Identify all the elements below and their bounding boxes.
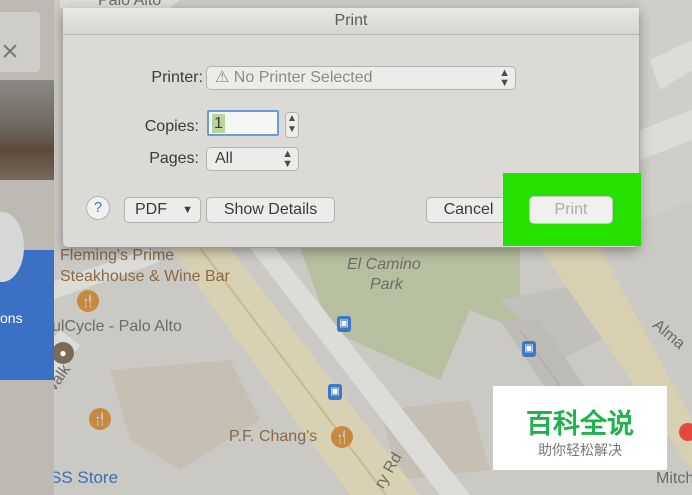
show-details-button[interactable]: Show Details bbox=[206, 197, 335, 223]
map-label-store[interactable]: SS Store bbox=[50, 468, 118, 488]
cancel-button[interactable]: Cancel bbox=[426, 197, 511, 223]
side-panel: × ons bbox=[0, 0, 54, 495]
help-button[interactable]: ? bbox=[86, 196, 110, 220]
pdf-label: PDF bbox=[135, 201, 167, 218]
map-label-park: Park bbox=[370, 276, 403, 293]
bus-stop-icon[interactable]: ▣ bbox=[522, 341, 536, 357]
restaurant-icon[interactable]: 🍴 bbox=[331, 426, 353, 448]
copies-label: Copies: bbox=[144, 118, 199, 135]
pages-label: Pages: bbox=[149, 150, 199, 167]
map-label-el-camino: El Camino bbox=[347, 256, 421, 273]
bus-stop-icon[interactable]: ▣ bbox=[328, 384, 342, 400]
map-label-soulcycle[interactable]: ulCycle - Palo Alto bbox=[52, 318, 182, 336]
printer-select-value: ⚠ No Printer Selected bbox=[215, 69, 373, 86]
printer-select[interactable]: ⚠ No Printer Selected ▲ ▼ bbox=[206, 66, 516, 90]
copies-input[interactable]: 1 bbox=[207, 110, 279, 136]
map-label-flemings-name[interactable]: Fleming's Prime bbox=[60, 247, 174, 265]
directions-label: ons bbox=[0, 310, 23, 326]
chevron-down-icon: ▼ bbox=[182, 204, 193, 216]
map-label-flemings-sub[interactable]: Steakhouse & Wine Bar bbox=[60, 268, 230, 286]
place-photo[interactable] bbox=[0, 80, 54, 180]
print-label: Print bbox=[554, 201, 588, 218]
watermark-subtitle: 助你轻松解决 bbox=[538, 442, 622, 458]
bus-stop-icon[interactable]: ▣ bbox=[337, 316, 351, 332]
close-card[interactable]: × bbox=[0, 12, 40, 72]
chevron-updown-icon: ▲ ▼ bbox=[499, 67, 510, 89]
restaurant-icon[interactable]: 🍴 bbox=[89, 408, 111, 430]
restaurant-icon[interactable]: 🍴 bbox=[77, 290, 99, 312]
print-button[interactable]: Print bbox=[529, 196, 613, 224]
pages-select[interactable]: All ▲ ▼ bbox=[206, 147, 299, 171]
cancel-label: Cancel bbox=[443, 201, 494, 218]
pages-select-value: All bbox=[215, 150, 233, 167]
dialog-title: Print bbox=[334, 12, 368, 29]
copies-stepper[interactable]: ▲ ▼ bbox=[285, 112, 299, 138]
place-pin-icon[interactable]: ● bbox=[52, 342, 74, 364]
watermark-title: 百科全说 bbox=[526, 409, 634, 439]
map-label-pf-changs[interactable]: P.F. Chang's bbox=[229, 428, 317, 446]
help-icon: ? bbox=[93, 199, 103, 216]
printer-label: Printer: bbox=[151, 69, 203, 86]
close-icon[interactable]: × bbox=[0, 32, 20, 72]
copies-value: 1 bbox=[212, 114, 225, 133]
dialog-titlebar[interactable]: Print bbox=[63, 8, 639, 35]
show-details-label: Show Details bbox=[223, 201, 318, 218]
chevron-updown-icon: ▲ ▼ bbox=[282, 148, 293, 170]
watermark-logo: 百科全说 助你轻松解决 bbox=[493, 386, 667, 470]
pdf-menu-button[interactable]: PDF ▼ bbox=[124, 197, 201, 223]
map-label-mitch: Mitch bbox=[656, 470, 692, 487]
